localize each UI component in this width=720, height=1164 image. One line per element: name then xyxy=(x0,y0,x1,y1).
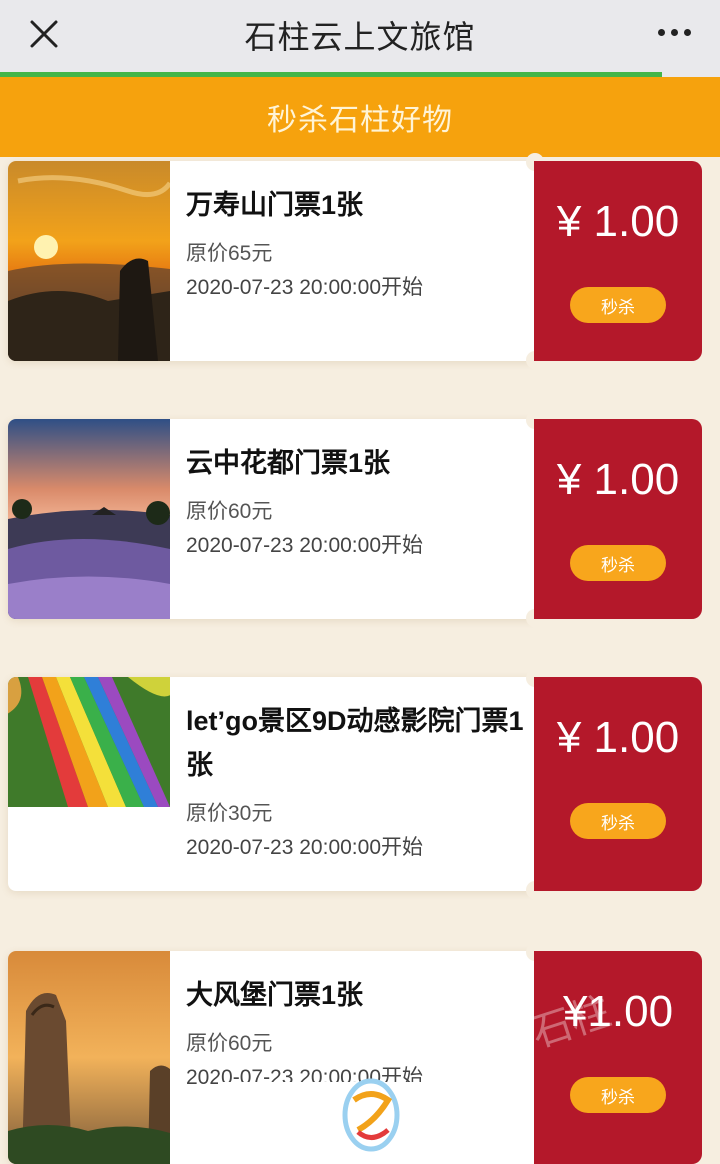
seckill-button[interactable]: 秒杀 xyxy=(570,803,666,839)
product-card-body[interactable]: let’go景区9D动感影院门票1张 原价30元 2020-07-23 20:0… xyxy=(8,677,534,891)
product-card[interactable]: 云中花都门票1张 原价60元 2020-07-23 20:00:00开始 ¥ 1… xyxy=(8,411,702,627)
product-card-body[interactable]: 万寿山门票1张 原价65元 2020-07-23 20:00:00开始 xyxy=(8,161,534,361)
seckill-price: ¥ 1.00 xyxy=(556,455,680,504)
product-card[interactable]: 万寿山门票1张 原价65元 2020-07-23 20:00:00开始 ¥ 1.… xyxy=(8,153,702,369)
product-card[interactable]: let’go景区9D动感影院门票1张 原价30元 2020-07-23 20:0… xyxy=(8,669,702,899)
page-title: 石柱云上文旅馆 xyxy=(244,19,476,55)
section-banner: 秒杀石柱好物 xyxy=(0,77,720,157)
original-price: 原价30元 xyxy=(186,802,273,825)
product-info: 万寿山门票1张 原价65元 2020-07-23 20:00:00开始 xyxy=(186,183,524,305)
price-panel: ¥ 1.00 秒杀 xyxy=(534,161,702,361)
product-info: 云中花都门票1张 原价60元 2020-07-23 20:00:00开始 xyxy=(186,441,524,563)
price-panel: ¥1.00 秒杀 xyxy=(534,951,702,1164)
lavender-field-photo xyxy=(8,419,170,619)
start-time: 2020-07-23 20:00:00开始 xyxy=(186,276,423,299)
rock-pillar-photo xyxy=(8,951,170,1164)
start-time: 2020-07-23 20:00:00开始 xyxy=(186,534,423,557)
seckill-button[interactable]: 秒杀 xyxy=(570,287,666,323)
product-title: let’go景区9D动感影院门票1张 xyxy=(186,706,524,780)
product-title: 云中花都门票1张 xyxy=(186,448,391,478)
original-price: 原价65元 xyxy=(186,242,273,265)
top-nav-bar: 石柱云上文旅馆 xyxy=(0,0,720,72)
watermark-logo-icon xyxy=(342,1078,400,1152)
price-panel: ¥ 1.00 秒杀 xyxy=(534,419,702,619)
banner-title: 秒杀石柱好物 xyxy=(267,104,453,137)
start-time: 2020-07-23 20:00:00开始 xyxy=(186,836,423,859)
product-title: 万寿山门票1张 xyxy=(186,190,364,220)
product-title: 大风堡门票1张 xyxy=(186,980,364,1010)
original-price: 原价60元 xyxy=(186,1032,273,1055)
product-info: let’go景区9D动感影院门票1张 原价30元 2020-07-23 20:0… xyxy=(186,699,524,865)
seckill-price: ¥ 1.00 xyxy=(556,713,680,762)
sunset-mountain-photo xyxy=(8,161,170,361)
product-card-body[interactable]: 云中花都门票1张 原价60元 2020-07-23 20:00:00开始 xyxy=(8,419,534,619)
seckill-button[interactable]: 秒杀 xyxy=(570,545,666,581)
price-panel: ¥ 1.00 秒杀 xyxy=(534,677,702,891)
seckill-button[interactable]: 秒杀 xyxy=(570,1077,666,1113)
more-icon[interactable] xyxy=(648,12,700,52)
rainbow-slide-photo xyxy=(8,677,170,807)
original-price: 原价60元 xyxy=(186,500,273,523)
seckill-price: ¥ 1.00 xyxy=(556,197,680,246)
